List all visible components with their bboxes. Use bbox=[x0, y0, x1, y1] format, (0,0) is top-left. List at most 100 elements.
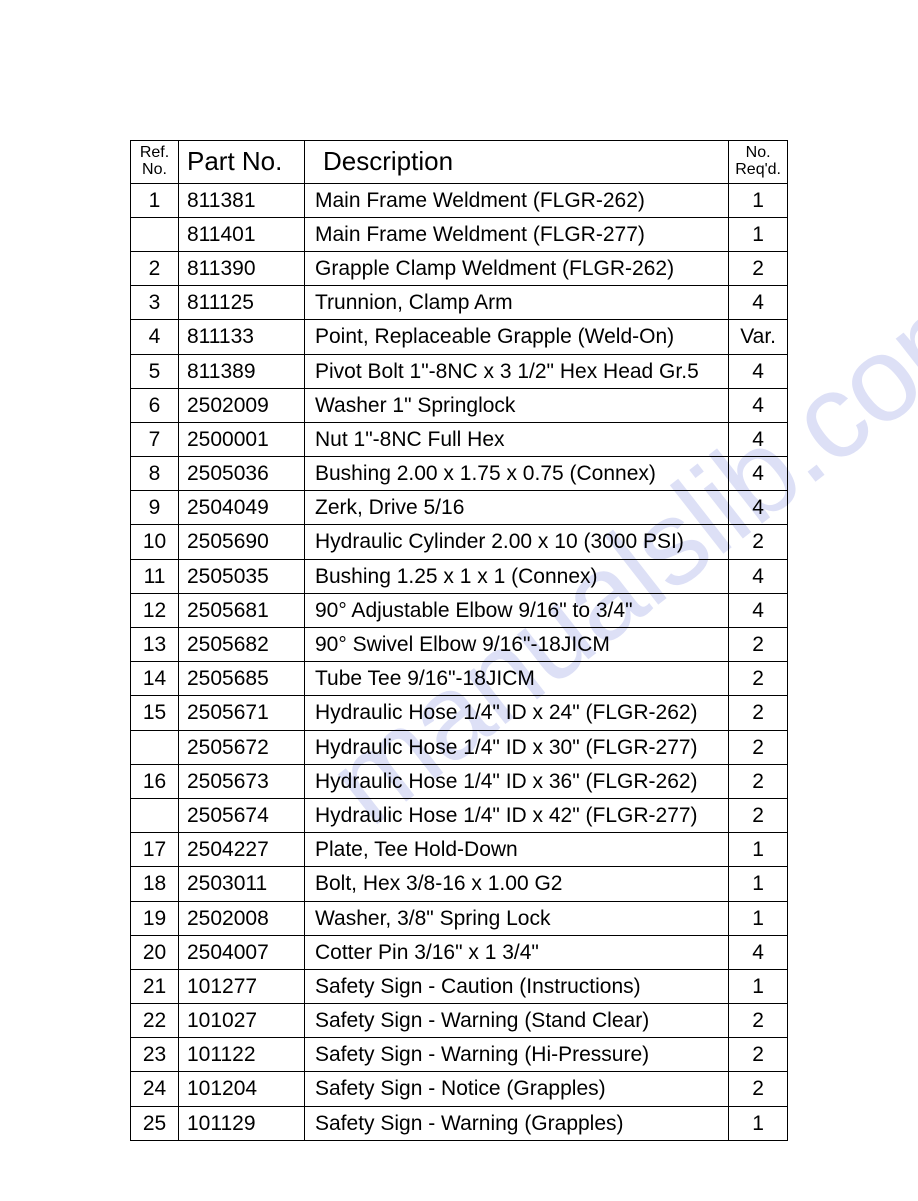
table-row: 25101129Safety Sign - Warning (Grapples)… bbox=[131, 1106, 788, 1140]
table-row: 811401Main Frame Weldment (FLGR-277)1 bbox=[131, 217, 788, 251]
cell-ref-no: 14 bbox=[131, 662, 179, 696]
cell-description: Hydraulic Cylinder 2.00 x 10 (3000 PSI) bbox=[305, 525, 729, 559]
cell-description: Pivot Bolt 1"-8NC x 3 1/2" Hex Head Gr.5 bbox=[305, 354, 729, 388]
cell-part-no: 2505036 bbox=[179, 457, 305, 491]
table-row: 152505671Hydraulic Hose 1/4" ID x 24" (F… bbox=[131, 696, 788, 730]
table-header-row: Ref.No. Part No. Description No.Req'd. bbox=[131, 141, 788, 184]
cell-no-reqd: 1 bbox=[729, 833, 788, 867]
cell-description: 90° Adjustable Elbow 9/16" to 3/4" bbox=[305, 593, 729, 627]
parts-table: Ref.No. Part No. Description No.Req'd. 1… bbox=[130, 140, 788, 1141]
cell-ref-no: 22 bbox=[131, 1004, 179, 1038]
table-row: 172504227Plate, Tee Hold-Down1 bbox=[131, 833, 788, 867]
cell-ref-no: 10 bbox=[131, 525, 179, 559]
table-row: 142505685Tube Tee 9/16"-18JICM2 bbox=[131, 662, 788, 696]
cell-no-reqd: 1 bbox=[729, 867, 788, 901]
cell-ref-no: 18 bbox=[131, 867, 179, 901]
cell-part-no: 811390 bbox=[179, 251, 305, 285]
cell-ref-no: 3 bbox=[131, 286, 179, 320]
cell-no-reqd: 1 bbox=[729, 183, 788, 217]
cell-ref-no: 6 bbox=[131, 388, 179, 422]
table-row: 2505674Hydraulic Hose 1/4" ID x 42" (FLG… bbox=[131, 798, 788, 832]
cell-description: Hydraulic Hose 1/4" ID x 36" (FLGR-262) bbox=[305, 764, 729, 798]
cell-part-no: 811125 bbox=[179, 286, 305, 320]
cell-ref-no bbox=[131, 217, 179, 251]
cell-ref-no: 19 bbox=[131, 901, 179, 935]
cell-ref-no: 7 bbox=[131, 422, 179, 456]
table-row: 23101122Safety Sign - Warning (Hi-Pressu… bbox=[131, 1038, 788, 1072]
cell-ref-no bbox=[131, 798, 179, 832]
cell-part-no: 2505681 bbox=[179, 593, 305, 627]
cell-description: Cotter Pin 3/16" x 1 3/4" bbox=[305, 935, 729, 969]
cell-ref-no: 17 bbox=[131, 833, 179, 867]
cell-ref-no: 9 bbox=[131, 491, 179, 525]
cell-no-reqd: 4 bbox=[729, 559, 788, 593]
cell-part-no: 2505690 bbox=[179, 525, 305, 559]
cell-ref-no: 21 bbox=[131, 969, 179, 1003]
cell-description: Hydraulic Hose 1/4" ID x 24" (FLGR-262) bbox=[305, 696, 729, 730]
cell-no-reqd: 4 bbox=[729, 935, 788, 969]
cell-part-no: 2505672 bbox=[179, 730, 305, 764]
cell-no-reqd: 1 bbox=[729, 1106, 788, 1140]
cell-no-reqd: 2 bbox=[729, 662, 788, 696]
cell-description: Tube Tee 9/16"-18JICM bbox=[305, 662, 729, 696]
cell-description: Bushing 1.25 x 1 x 1 (Connex) bbox=[305, 559, 729, 593]
table-row: 82505036Bushing 2.00 x 1.75 x 0.75 (Conn… bbox=[131, 457, 788, 491]
cell-part-no: 2505674 bbox=[179, 798, 305, 832]
cell-no-reqd: 2 bbox=[729, 696, 788, 730]
cell-no-reqd: 2 bbox=[729, 525, 788, 559]
cell-description: Main Frame Weldment (FLGR-277) bbox=[305, 217, 729, 251]
table-row: 2505672Hydraulic Hose 1/4" ID x 30" (FLG… bbox=[131, 730, 788, 764]
cell-ref-no: 24 bbox=[131, 1072, 179, 1106]
table-row: 72500001Nut 1"-8NC Full Hex4 bbox=[131, 422, 788, 456]
cell-part-no: 2505685 bbox=[179, 662, 305, 696]
cell-description: Safety Sign - Notice (Grapples) bbox=[305, 1072, 729, 1106]
cell-description: Hydraulic Hose 1/4" ID x 42" (FLGR-277) bbox=[305, 798, 729, 832]
cell-description: Main Frame Weldment (FLGR-262) bbox=[305, 183, 729, 217]
cell-no-reqd: Var. bbox=[729, 320, 788, 354]
cell-description: Washer, 3/8" Spring Lock bbox=[305, 901, 729, 935]
table-row: 62502009Washer 1" Springlock4 bbox=[131, 388, 788, 422]
cell-part-no: 101277 bbox=[179, 969, 305, 1003]
cell-part-no: 2504049 bbox=[179, 491, 305, 525]
cell-description: Safety Sign - Warning (Grapples) bbox=[305, 1106, 729, 1140]
cell-description: Hydraulic Hose 1/4" ID x 30" (FLGR-277) bbox=[305, 730, 729, 764]
cell-no-reqd: 4 bbox=[729, 286, 788, 320]
cell-part-no: 2505673 bbox=[179, 764, 305, 798]
cell-no-reqd: 2 bbox=[729, 1038, 788, 1072]
table-row: 12250568190° Adjustable Elbow 9/16" to 3… bbox=[131, 593, 788, 627]
cell-part-no: 2500001 bbox=[179, 422, 305, 456]
table-row: 92504049Zerk, Drive 5/164 bbox=[131, 491, 788, 525]
table-row: 1811381Main Frame Weldment (FLGR-262)1 bbox=[131, 183, 788, 217]
header-ref-no: Ref.No. bbox=[131, 141, 179, 184]
table-row: 21101277Safety Sign - Caution (Instructi… bbox=[131, 969, 788, 1003]
cell-description: 90° Swivel Elbow 9/16"-18JICM bbox=[305, 628, 729, 662]
cell-no-reqd: 4 bbox=[729, 354, 788, 388]
cell-no-reqd: 2 bbox=[729, 798, 788, 832]
cell-part-no: 811381 bbox=[179, 183, 305, 217]
table-row: 5811389Pivot Bolt 1"-8NC x 3 1/2" Hex He… bbox=[131, 354, 788, 388]
cell-no-reqd: 4 bbox=[729, 593, 788, 627]
cell-part-no: 2505682 bbox=[179, 628, 305, 662]
cell-part-no: 2505671 bbox=[179, 696, 305, 730]
cell-ref-no: 4 bbox=[131, 320, 179, 354]
cell-no-reqd: 2 bbox=[729, 628, 788, 662]
cell-part-no: 811401 bbox=[179, 217, 305, 251]
cell-ref-no: 13 bbox=[131, 628, 179, 662]
header-part-no: Part No. bbox=[179, 141, 305, 184]
cell-no-reqd: 1 bbox=[729, 969, 788, 1003]
table-row: 13250568290° Swivel Elbow 9/16"-18JICM2 bbox=[131, 628, 788, 662]
cell-ref-no: 2 bbox=[131, 251, 179, 285]
header-no-reqd: No.Req'd. bbox=[729, 141, 788, 184]
cell-description: Zerk, Drive 5/16 bbox=[305, 491, 729, 525]
cell-description: Bolt, Hex 3/8-16 x 1.00 G2 bbox=[305, 867, 729, 901]
cell-part-no: 101204 bbox=[179, 1072, 305, 1106]
cell-ref-no bbox=[131, 730, 179, 764]
cell-part-no: 101027 bbox=[179, 1004, 305, 1038]
table-row: 202504007Cotter Pin 3/16" x 1 3/4"4 bbox=[131, 935, 788, 969]
cell-description: Bushing 2.00 x 1.75 x 0.75 (Connex) bbox=[305, 457, 729, 491]
table-row: 102505690Hydraulic Cylinder 2.00 x 10 (3… bbox=[131, 525, 788, 559]
cell-no-reqd: 1 bbox=[729, 217, 788, 251]
cell-ref-no: 20 bbox=[131, 935, 179, 969]
cell-description: Nut 1"-8NC Full Hex bbox=[305, 422, 729, 456]
table-row: 22101027Safety Sign - Warning (Stand Cle… bbox=[131, 1004, 788, 1038]
